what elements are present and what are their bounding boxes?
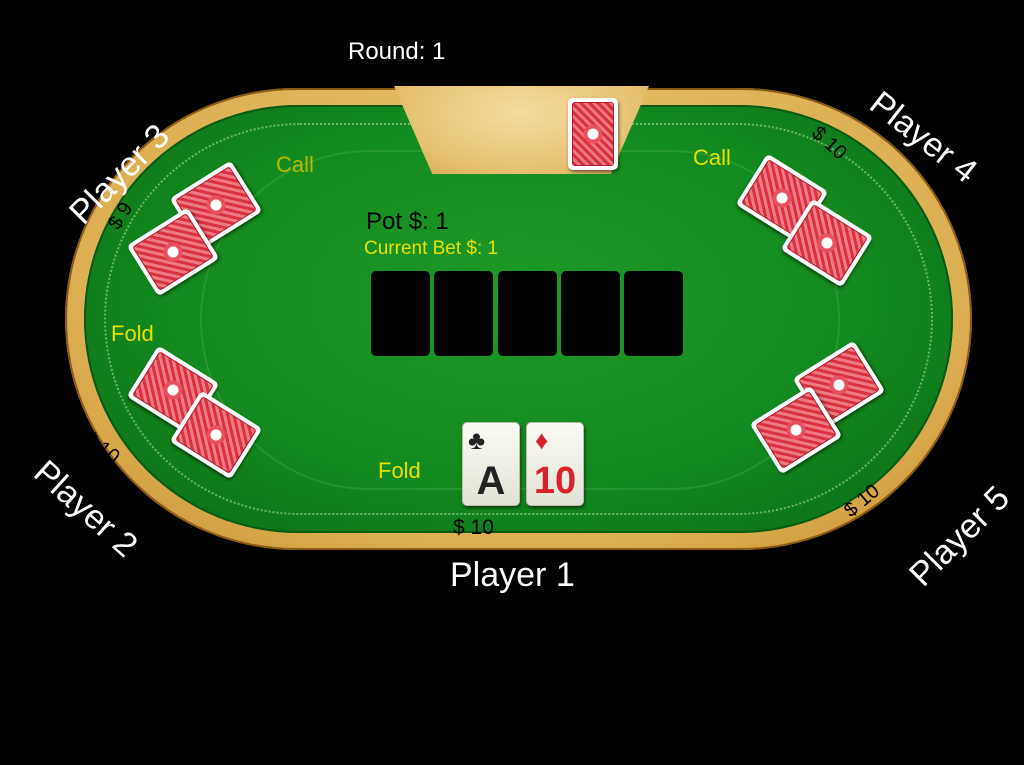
pot-label: Pot $: 1 bbox=[366, 208, 449, 235]
community-card-slot bbox=[434, 271, 493, 356]
hand-card[interactable]: ♣ A bbox=[462, 422, 520, 506]
card-rank: A bbox=[476, 459, 506, 503]
diamond-icon: ♦ bbox=[535, 425, 549, 455]
player3-action: Call bbox=[276, 152, 314, 177]
deck-card bbox=[568, 98, 618, 170]
club-icon: ♣ bbox=[468, 425, 486, 455]
hand-card[interactable]: ♦ 10 bbox=[526, 422, 584, 506]
community-card-slot bbox=[561, 271, 620, 356]
round-label: Round: 1 bbox=[348, 38, 446, 65]
player4-action: Call bbox=[693, 145, 731, 170]
player1-name: Player 1 bbox=[450, 556, 575, 594]
player5-name: Player 5 bbox=[902, 478, 1018, 594]
card-rank: 10 bbox=[533, 460, 577, 502]
player1-action: Fold bbox=[378, 458, 421, 483]
community-card-slot bbox=[624, 271, 683, 356]
community-card-slot bbox=[371, 271, 430, 356]
player1-money: $ 10 bbox=[453, 516, 494, 539]
community-card-slot bbox=[498, 271, 557, 356]
current-bet-label: Current Bet $: 1 bbox=[364, 238, 499, 259]
player2-action: Fold bbox=[111, 321, 154, 346]
